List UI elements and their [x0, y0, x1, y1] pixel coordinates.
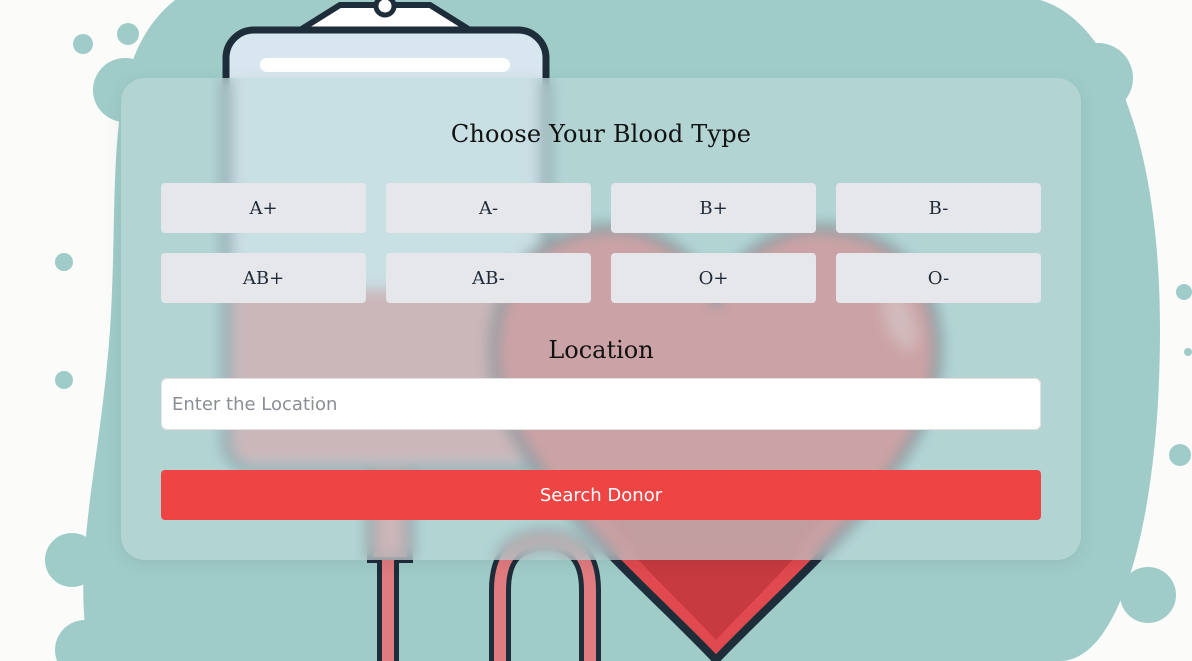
blood-type-button-ab-neg[interactable]: AB-: [386, 253, 591, 303]
location-input[interactable]: [161, 378, 1041, 430]
blood-type-button-a-neg[interactable]: A-: [386, 183, 591, 233]
blood-type-button-a-pos[interactable]: A+: [161, 183, 366, 233]
search-card: Choose Your Blood Type A+ A- B+ B- AB+ A…: [121, 78, 1081, 560]
blood-type-button-o-pos[interactable]: O+: [611, 253, 816, 303]
blood-type-button-b-pos[interactable]: B+: [611, 183, 816, 233]
search-donor-button[interactable]: Search Donor: [161, 470, 1041, 520]
location-heading: Location: [548, 336, 654, 364]
blood-type-grid: A+ A- B+ B- AB+ AB- O+ O-: [161, 183, 1041, 303]
blood-type-button-b-neg[interactable]: B-: [836, 183, 1041, 233]
blood-type-button-ab-pos[interactable]: AB+: [161, 253, 366, 303]
blood-type-button-o-neg[interactable]: O-: [836, 253, 1041, 303]
blood-type-heading: Choose Your Blood Type: [450, 120, 752, 148]
